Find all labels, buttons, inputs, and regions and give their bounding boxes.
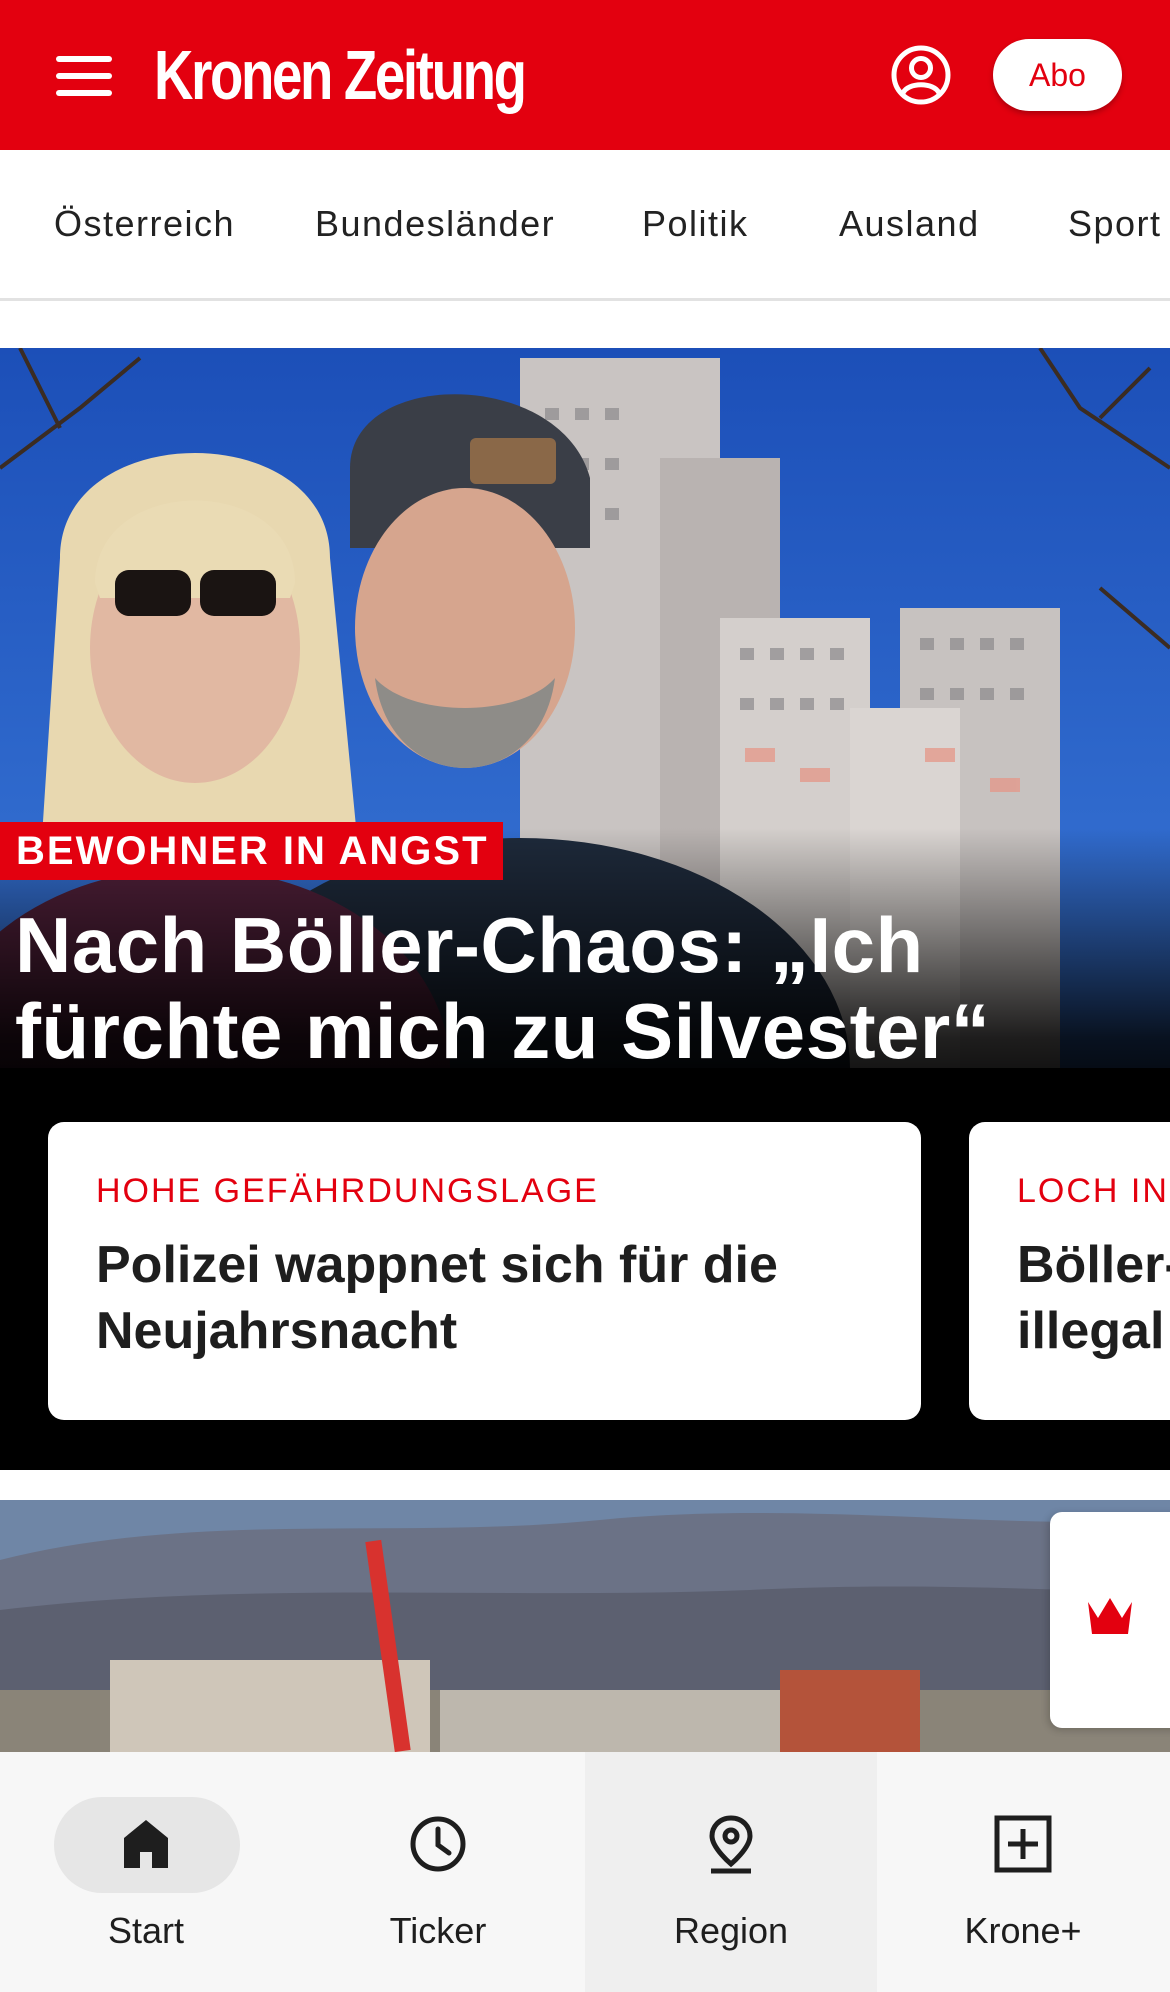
nav-item-politik[interactable]: Politik (642, 150, 749, 298)
location-pin-icon (709, 1815, 753, 1874)
card-kicker: LOCH IN (1017, 1172, 1169, 1210)
related-article-card[interactable]: HOHE GEFÄHRDUNGSLAGE Polizei wappnet sic… (48, 1122, 921, 1420)
tab-ticker[interactable]: Ticker (292, 1752, 584, 1992)
abo-button[interactable]: Abo (993, 39, 1122, 111)
hero-teaser: BEWOHNER IN ANGST Nach Böller-Chaos: „Ic… (0, 348, 1170, 1470)
tab-start[interactable]: Start (0, 1752, 292, 1992)
home-icon (124, 1820, 168, 1868)
tab-label: Krone+ (964, 1910, 1082, 1951)
card-title: Polizei wappnet sich für die Neujahrsnac… (96, 1236, 778, 1360)
nav-item-sport[interactable]: Sport (1068, 150, 1162, 298)
related-article-card[interactable]: LOCH IN Böller- illegal (969, 1122, 1170, 1420)
account-icon[interactable] (890, 44, 952, 106)
clock-icon (410, 1816, 466, 1872)
card-kicker: HOHE GEFÄHRDUNGSLAGE (96, 1172, 599, 1210)
hero-headline[interactable]: Nach Böller-Chaos: „Ich fürchte mich zu … (15, 902, 1135, 1074)
card-title: Böller- illegal (1017, 1236, 1170, 1360)
menu-icon[interactable] (56, 56, 112, 96)
logo[interactable]: Kronen Zeitung (154, 30, 527, 120)
tab-label: Ticker (389, 1910, 487, 1951)
bottom-navigation: Start Ticker Region Krone+ (0, 1752, 1170, 1992)
plus-box-icon (994, 1815, 1052, 1873)
crown-icon (1088, 1598, 1132, 1634)
nav-item-bundeslaender[interactable]: Bundesländer (315, 150, 555, 298)
hero-kicker: BEWOHNER IN ANGST (0, 822, 503, 880)
top-app-bar: Kronen Zeitung Abo (0, 0, 1170, 150)
nav-item-ausland[interactable]: Ausland (839, 150, 980, 298)
category-nav: Österreich Bundesländer Politik Ausland … (0, 150, 1170, 301)
teaser-photo[interactable] (0, 1500, 1170, 1752)
tab-region[interactable]: Region (585, 1752, 877, 1992)
tab-krone-plus[interactable]: Krone+ (877, 1752, 1169, 1992)
nav-item-oesterreich[interactable]: Österreich (54, 150, 235, 298)
tab-label: Region (673, 1910, 789, 1951)
krone-plus-tab[interactable] (1050, 1512, 1170, 1728)
tab-label: Start (107, 1910, 185, 1951)
